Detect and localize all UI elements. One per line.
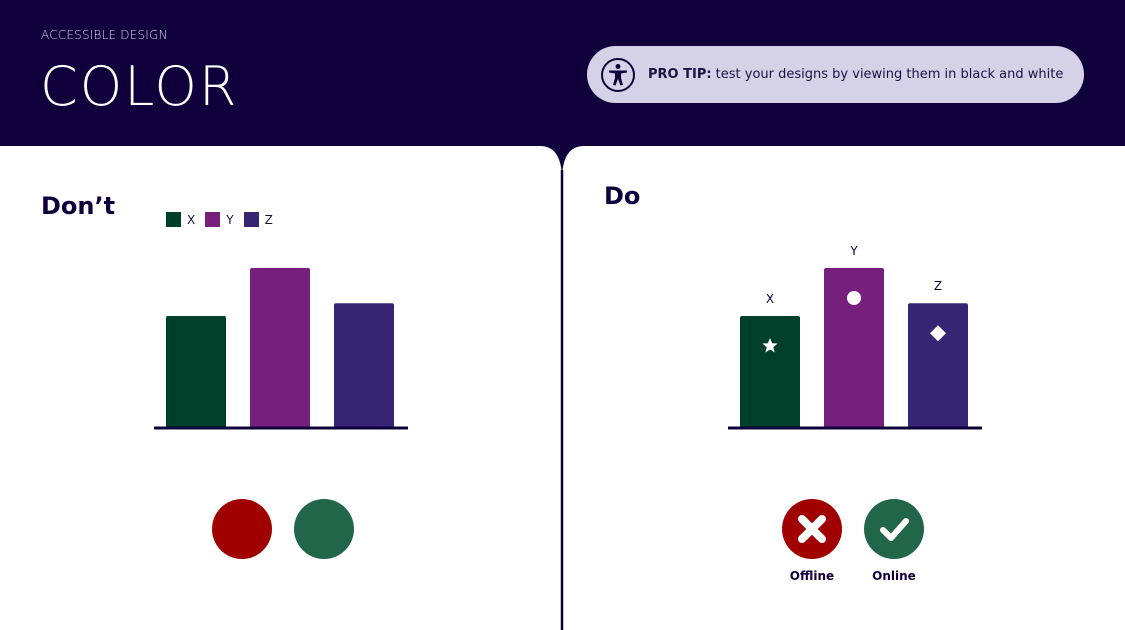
bar-y	[250, 268, 310, 428]
pro-tip-banner: PRO TIP: test your designs by viewing th…	[587, 46, 1084, 103]
legend-item-y: Y	[205, 212, 234, 227]
legend-swatch-x	[166, 212, 181, 227]
offline-label: Offline	[789, 569, 835, 583]
page-title: COLOR	[40, 55, 239, 118]
accessibility-icon	[601, 57, 635, 92]
dont-bar-chart	[154, 268, 408, 430]
offline-status-icon	[782, 499, 842, 559]
bar-label-x: X	[766, 292, 774, 306]
dont-legend: X Y Z	[166, 212, 283, 227]
bar-z	[334, 303, 394, 428]
legend-swatch-z	[243, 212, 259, 227]
bar-x	[166, 316, 226, 428]
online-label: Online	[872, 569, 916, 583]
legend-item-x: X	[166, 212, 195, 227]
eyebrow-text: ACCESSIBLE DESIGN	[41, 28, 168, 42]
green-status-circle	[294, 499, 354, 559]
legend-label-z: Z	[264, 212, 273, 227]
x-icon	[798, 515, 826, 543]
circle-marker-icon	[847, 291, 861, 305]
bar-label-z: Z	[934, 279, 942, 293]
center-divider	[500, 140, 625, 630]
legend-swatch-y	[205, 212, 221, 227]
legend-label-y: Y	[226, 212, 234, 227]
legend-label-x: X	[187, 212, 196, 227]
header-banner: ACCESSIBLE DESIGN COLOR PRO TIP: test yo…	[0, 0, 1125, 146]
red-status-circle	[212, 499, 272, 559]
pro-tip-label: PRO TIP:	[648, 67, 712, 82]
legend-item-z: Z	[243, 212, 273, 227]
do-bar-chart: X Y Z	[728, 244, 982, 430]
check-icon	[880, 518, 909, 541]
bar-z	[908, 303, 968, 428]
dont-heading: Don’t	[41, 192, 116, 220]
pro-tip-text: PRO TIP: test your designs by viewing th…	[648, 67, 1063, 82]
bar-label-y: Y	[849, 244, 858, 258]
online-status-icon	[864, 499, 924, 559]
pro-tip-body: test your designs by viewing them in bla…	[711, 67, 1064, 82]
do-heading: Do	[604, 182, 641, 210]
bar-x	[740, 316, 800, 428]
